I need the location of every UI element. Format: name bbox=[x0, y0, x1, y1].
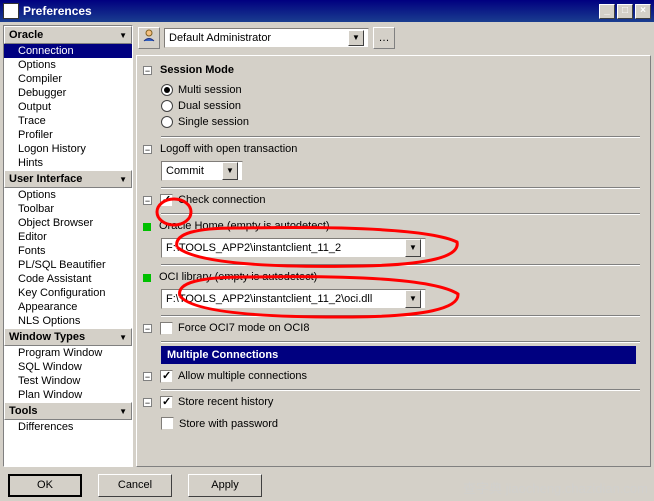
chevron-down-icon: ▼ bbox=[119, 175, 127, 184]
tree-item[interactable]: Differences bbox=[4, 420, 132, 434]
oracle-home-label: Oracle Home (empty is autodetect) bbox=[159, 220, 330, 232]
oracle-home-input[interactable] bbox=[162, 240, 405, 256]
category-tree[interactable]: Oracle▼ConnectionOptionsCompilerDebugger… bbox=[3, 25, 133, 467]
tree-header[interactable]: Tools▼ bbox=[4, 402, 132, 420]
chevron-down-icon: ▼ bbox=[119, 31, 127, 40]
maximize-button[interactable]: □ bbox=[617, 4, 633, 19]
tree-item[interactable]: PL/SQL Beautifier bbox=[4, 258, 132, 272]
check-connection-checkbox[interactable] bbox=[160, 194, 173, 207]
tree-item[interactable]: Debugger bbox=[4, 86, 132, 100]
changed-marker-icon bbox=[143, 274, 151, 282]
logoff-label: Logoff with open transaction bbox=[160, 143, 297, 155]
store-recent-checkbox[interactable] bbox=[160, 396, 173, 409]
check-connection-label: Check connection bbox=[178, 194, 265, 206]
collapse-icon[interactable]: − bbox=[143, 196, 152, 205]
session-mode-title: Session Mode bbox=[160, 64, 640, 76]
oci-library-label: OCI library (empty is autodetect) bbox=[159, 271, 317, 283]
session-mode-radio[interactable] bbox=[161, 100, 173, 112]
allow-multiple-checkbox[interactable] bbox=[160, 370, 173, 383]
collapse-icon[interactable]: − bbox=[143, 145, 152, 154]
more-button[interactable]: … bbox=[373, 27, 395, 49]
tree-item[interactable]: Program Window bbox=[4, 346, 132, 360]
session-mode-option: Dual session bbox=[178, 100, 241, 112]
window-buttons: _ □ × bbox=[599, 4, 651, 19]
tree-item[interactable]: Fonts bbox=[4, 244, 132, 258]
tree-header[interactable]: User Interface▼ bbox=[4, 170, 132, 188]
oci-library-input[interactable] bbox=[162, 291, 405, 307]
collapse-icon[interactable]: − bbox=[143, 372, 152, 381]
changed-marker-icon bbox=[143, 223, 151, 231]
force-oci7-checkbox[interactable] bbox=[160, 322, 173, 335]
admin-select-value: Default Administrator bbox=[169, 32, 271, 44]
apply-button[interactable]: Apply bbox=[188, 474, 262, 497]
force-oci7-label: Force OCI7 mode on OCI8 bbox=[178, 322, 309, 334]
close-button[interactable]: × bbox=[635, 4, 651, 19]
oracle-home-combo[interactable]: ▼ bbox=[161, 238, 426, 258]
multiple-connections-header: Multiple Connections bbox=[161, 346, 636, 364]
session-mode-radio[interactable] bbox=[161, 116, 173, 128]
admin-select[interactable]: Default Administrator ▼ bbox=[164, 28, 369, 48]
tree-item[interactable]: Code Assistant bbox=[4, 272, 132, 286]
window-title: Preferences bbox=[23, 4, 92, 18]
tree-item[interactable]: Compiler bbox=[4, 72, 132, 86]
session-mode-radio[interactable] bbox=[161, 84, 173, 96]
tree-header[interactable]: Oracle▼ bbox=[4, 26, 132, 44]
store-recent-label: Store recent history bbox=[178, 396, 273, 408]
admin-icon-button[interactable] bbox=[138, 27, 160, 49]
tree-item[interactable]: Logon History bbox=[4, 142, 132, 156]
admin-icon bbox=[142, 28, 156, 42]
tree-item[interactable]: Appearance bbox=[4, 300, 132, 314]
tree-item[interactable]: Connection bbox=[4, 44, 132, 58]
tree-item[interactable]: Toolbar bbox=[4, 202, 132, 216]
tree-item[interactable]: Profiler bbox=[4, 128, 132, 142]
chevron-down-icon: ▼ bbox=[222, 162, 238, 180]
chevron-down-icon: ▼ bbox=[405, 239, 421, 257]
chevron-down-icon: ▼ bbox=[119, 333, 127, 342]
tree-item[interactable]: Trace bbox=[4, 114, 132, 128]
tree-item[interactable]: Test Window bbox=[4, 374, 132, 388]
logoff-combo[interactable]: ▼ bbox=[161, 161, 243, 181]
app-icon bbox=[3, 3, 19, 19]
tree-item[interactable]: Output bbox=[4, 100, 132, 114]
collapse-icon[interactable]: − bbox=[143, 66, 152, 75]
tree-item[interactable]: SQL Window bbox=[4, 360, 132, 374]
minimize-button[interactable]: _ bbox=[599, 4, 615, 19]
oci-library-combo[interactable]: ▼ bbox=[161, 289, 426, 309]
ok-button[interactable]: OK bbox=[8, 474, 82, 497]
store-password-label: Store with password bbox=[179, 418, 278, 430]
allow-multiple-label: Allow multiple connections bbox=[178, 370, 307, 382]
logoff-value bbox=[162, 163, 222, 179]
collapse-icon[interactable]: − bbox=[143, 398, 152, 407]
tree-item[interactable]: Options bbox=[4, 58, 132, 72]
collapse-icon[interactable]: − bbox=[143, 324, 152, 333]
store-password-checkbox[interactable] bbox=[161, 417, 174, 430]
chevron-down-icon: ▼ bbox=[405, 290, 421, 308]
chevron-down-icon: ▼ bbox=[119, 407, 127, 416]
tree-item[interactable]: Hints bbox=[4, 156, 132, 170]
tree-item[interactable]: Editor bbox=[4, 230, 132, 244]
tree-header[interactable]: Window Types▼ bbox=[4, 328, 132, 346]
session-mode-option: Single session bbox=[178, 116, 249, 128]
chevron-down-icon: ▼ bbox=[348, 30, 364, 46]
tree-item[interactable]: NLS Options bbox=[4, 314, 132, 328]
titlebar: Preferences _ □ × bbox=[0, 0, 654, 22]
tree-item[interactable]: Options bbox=[4, 188, 132, 202]
session-mode-option: Multi session bbox=[178, 84, 242, 96]
tree-item[interactable]: Object Browser bbox=[4, 216, 132, 230]
tree-item[interactable]: Key Configuration bbox=[4, 286, 132, 300]
tree-item[interactable]: Plan Window bbox=[4, 388, 132, 402]
cancel-button[interactable]: Cancel bbox=[98, 474, 172, 497]
settings-panel: − Session Mode Multi session Dual session… bbox=[136, 55, 651, 467]
